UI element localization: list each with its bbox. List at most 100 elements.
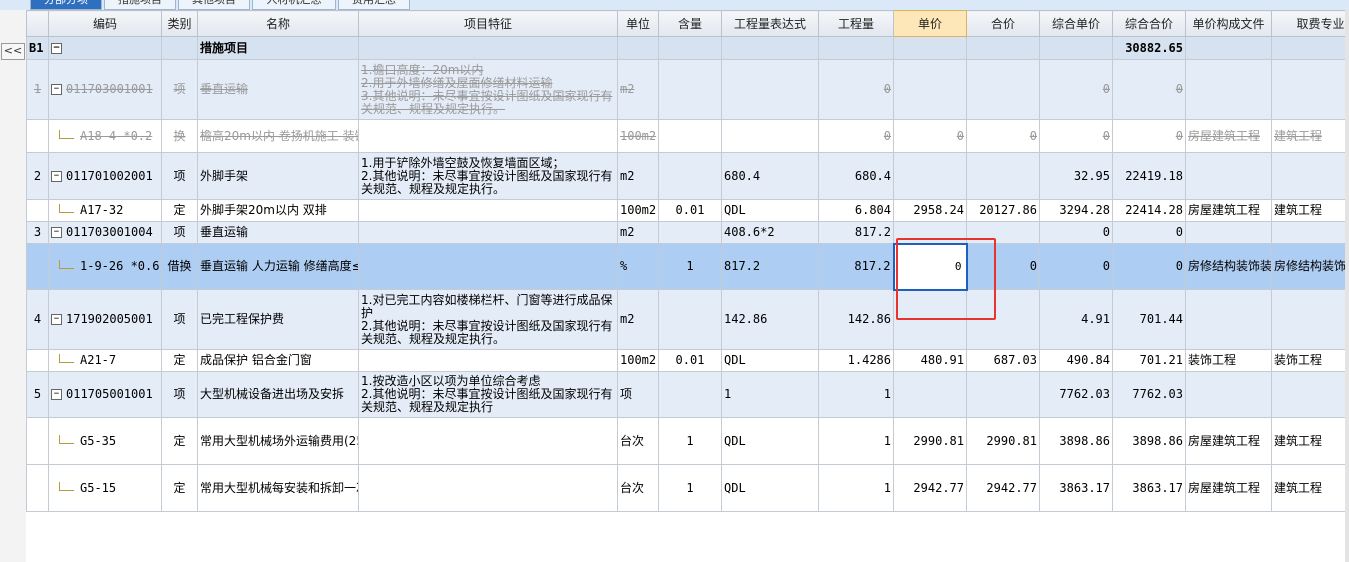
file-cell[interactable]: [1185, 59, 1272, 120]
major-cell[interactable]: [1271, 59, 1349, 120]
total-cell[interactable]: [966, 152, 1040, 200]
qty-cell[interactable]: 680.4: [818, 152, 894, 200]
type-cell[interactable]: 项: [161, 289, 198, 350]
expr-cell[interactable]: QDL: [721, 417, 819, 465]
price-cell[interactable]: [893, 371, 967, 418]
type-cell[interactable]: 定: [161, 349, 198, 372]
qty-ratio-cell[interactable]: [658, 221, 722, 244]
feature-cell[interactable]: 1.檐口高度：20m以内 2.用于外墙修缮及屋面修缮材料运输 3.其他说明：未尽…: [358, 59, 618, 120]
table-row-a21-7[interactable]: A21-7 定 成品保护 铝合金门窗 100m2 0.01 QDL 1.4286…: [26, 349, 1349, 372]
header-major[interactable]: 取费专业: [1271, 10, 1349, 37]
expr-cell[interactable]: QDL: [721, 199, 819, 222]
qty-ratio-cell[interactable]: 0.01: [658, 199, 722, 222]
feature-cell[interactable]: [358, 199, 618, 222]
file-cell[interactable]: [1185, 152, 1272, 200]
table-row-4[interactable]: 4 −171902005001 项 已完工程保护费 1.对已完工内容如楼梯栏杆、…: [26, 289, 1349, 350]
qty-cell[interactable]: 0: [818, 119, 894, 153]
total-cell[interactable]: 0: [966, 243, 1040, 290]
feature-cell[interactable]: [358, 36, 618, 60]
major-cell[interactable]: 装饰工程: [1271, 349, 1349, 372]
file-cell[interactable]: 房屋建筑工程: [1185, 119, 1272, 153]
code-cell[interactable]: G5-15: [48, 464, 162, 512]
header-sum-cost[interactable]: 综合合价: [1112, 10, 1186, 37]
sum-cost-cell[interactable]: 0: [1112, 221, 1186, 244]
expr-cell[interactable]: QDL: [721, 349, 819, 372]
price-cell[interactable]: 2942.77: [893, 464, 967, 512]
sum-cost-cell[interactable]: 0: [1112, 59, 1186, 120]
header-total[interactable]: 合价: [966, 10, 1040, 37]
major-cell[interactable]: [1271, 371, 1349, 418]
table-row-2[interactable]: 2 −011701002001 项 外脚手架 1.用于铲除外墙空鼓及恢复墙面区域…: [26, 152, 1349, 200]
feature-cell[interactable]: [358, 349, 618, 372]
total-cell[interactable]: 2990.81: [966, 417, 1040, 465]
price-cell[interactable]: [893, 59, 967, 120]
unit-cost-cell[interactable]: [1039, 36, 1113, 60]
name-cell[interactable]: 成品保护 铝合金门窗: [197, 349, 359, 372]
feature-cell[interactable]: [358, 221, 618, 244]
unit-cost-cell[interactable]: 0: [1039, 119, 1113, 153]
file-cell[interactable]: 房屋建筑工程: [1185, 199, 1272, 222]
code-cell[interactable]: −011701002001: [48, 152, 162, 200]
file-cell[interactable]: 房屋建筑工程: [1185, 417, 1272, 465]
qty-cell[interactable]: 817.2: [818, 243, 894, 290]
sum-cost-cell[interactable]: 22414.28: [1112, 199, 1186, 222]
price-cell[interactable]: [893, 221, 967, 244]
unit-cell[interactable]: m2: [617, 152, 659, 200]
expr-cell[interactable]: [721, 119, 819, 153]
price-cell[interactable]: [893, 289, 967, 350]
code-cell[interactable]: −: [48, 36, 162, 60]
qty-cell[interactable]: [818, 36, 894, 60]
code-cell[interactable]: −011703001001: [48, 59, 162, 120]
total-cell[interactable]: 2942.77: [966, 464, 1040, 512]
feature-cell[interactable]: 1.用于铲除外墙空鼓及恢复墙面区域； 2.其他说明：未尽事宜按设计图纸及国家现行…: [358, 152, 618, 200]
table-row-b1[interactable]: B1 − 措施项目 30882.65: [26, 36, 1349, 60]
price-cell[interactable]: [893, 152, 967, 200]
unit-cell[interactable]: 项: [617, 371, 659, 418]
type-cell[interactable]: 借换: [161, 243, 198, 290]
type-cell[interactable]: 定: [161, 417, 198, 465]
sum-cost-cell[interactable]: 701.21: [1112, 349, 1186, 372]
tab-fenbufenxiang[interactable]: 分部分项: [30, 0, 102, 10]
expr-cell[interactable]: [721, 36, 819, 60]
unit-cell[interactable]: m2: [617, 59, 659, 120]
major-cell[interactable]: [1271, 289, 1349, 350]
unit-cost-cell[interactable]: 4.91: [1039, 289, 1113, 350]
code-cell[interactable]: G5-35: [48, 417, 162, 465]
qty-cell[interactable]: 0: [818, 59, 894, 120]
expr-cell[interactable]: [721, 59, 819, 120]
price-cell[interactable]: 0: [893, 119, 967, 153]
feature-cell[interactable]: 1.按改造小区以项为单位综合考虑 2.其他说明：未尽事宜按设计图纸及国家现行有关…: [358, 371, 618, 418]
unit-cost-cell[interactable]: 0: [1039, 221, 1113, 244]
sum-cost-cell[interactable]: 0: [1112, 119, 1186, 153]
feature-cell[interactable]: [358, 464, 618, 512]
qty-cell[interactable]: 142.86: [818, 289, 894, 350]
price-cell[interactable]: 2958.24: [893, 199, 967, 222]
collapse-toggle-icon[interactable]: −: [51, 84, 62, 95]
qty-cell[interactable]: 1.4286: [818, 349, 894, 372]
qty-ratio-cell[interactable]: [658, 36, 722, 60]
name-cell[interactable]: 常用大型机械场外运输费用(25km以内) 沥青混凝土摊铺机(带自动找平) 载重量…: [197, 417, 359, 465]
name-cell[interactable]: 外脚手架20m以内 双排: [197, 199, 359, 222]
expr-cell[interactable]: 408.6*2: [721, 221, 819, 244]
price-cell[interactable]: [893, 36, 967, 60]
total-cell[interactable]: [966, 59, 1040, 120]
qty-cell[interactable]: 1: [818, 417, 894, 465]
sum-cost-cell[interactable]: 30882.65: [1112, 36, 1186, 60]
file-cell[interactable]: [1185, 221, 1272, 244]
name-cell[interactable]: 垂直运输: [197, 221, 359, 244]
header-expr[interactable]: 工程量表达式: [721, 10, 819, 37]
type-cell[interactable]: 项: [161, 221, 198, 244]
unit-cell[interactable]: 台次: [617, 464, 659, 512]
unit-cell[interactable]: m2: [617, 221, 659, 244]
major-cell[interactable]: [1271, 221, 1349, 244]
qty-cell[interactable]: 1: [818, 464, 894, 512]
price-cell[interactable]: 480.91: [893, 349, 967, 372]
qty-ratio-cell[interactable]: [658, 152, 722, 200]
price-edit-input[interactable]: [896, 247, 964, 286]
header-unit-cost[interactable]: 综合单价: [1039, 10, 1113, 37]
table-row-1[interactable]: 1 −011703001001 项 垂直运输 1.檐口高度：20m以内 2.用于…: [26, 59, 1349, 120]
code-cell[interactable]: A18-4 *0.2: [48, 119, 162, 153]
feature-cell[interactable]: 1.对已完工内容如楼梯栏杆、门窗等进行成品保护 2.其他说明：未尽事宜按设计图纸…: [358, 289, 618, 350]
expr-cell[interactable]: 142.86: [721, 289, 819, 350]
header-feature[interactable]: 项目特征: [358, 10, 618, 37]
